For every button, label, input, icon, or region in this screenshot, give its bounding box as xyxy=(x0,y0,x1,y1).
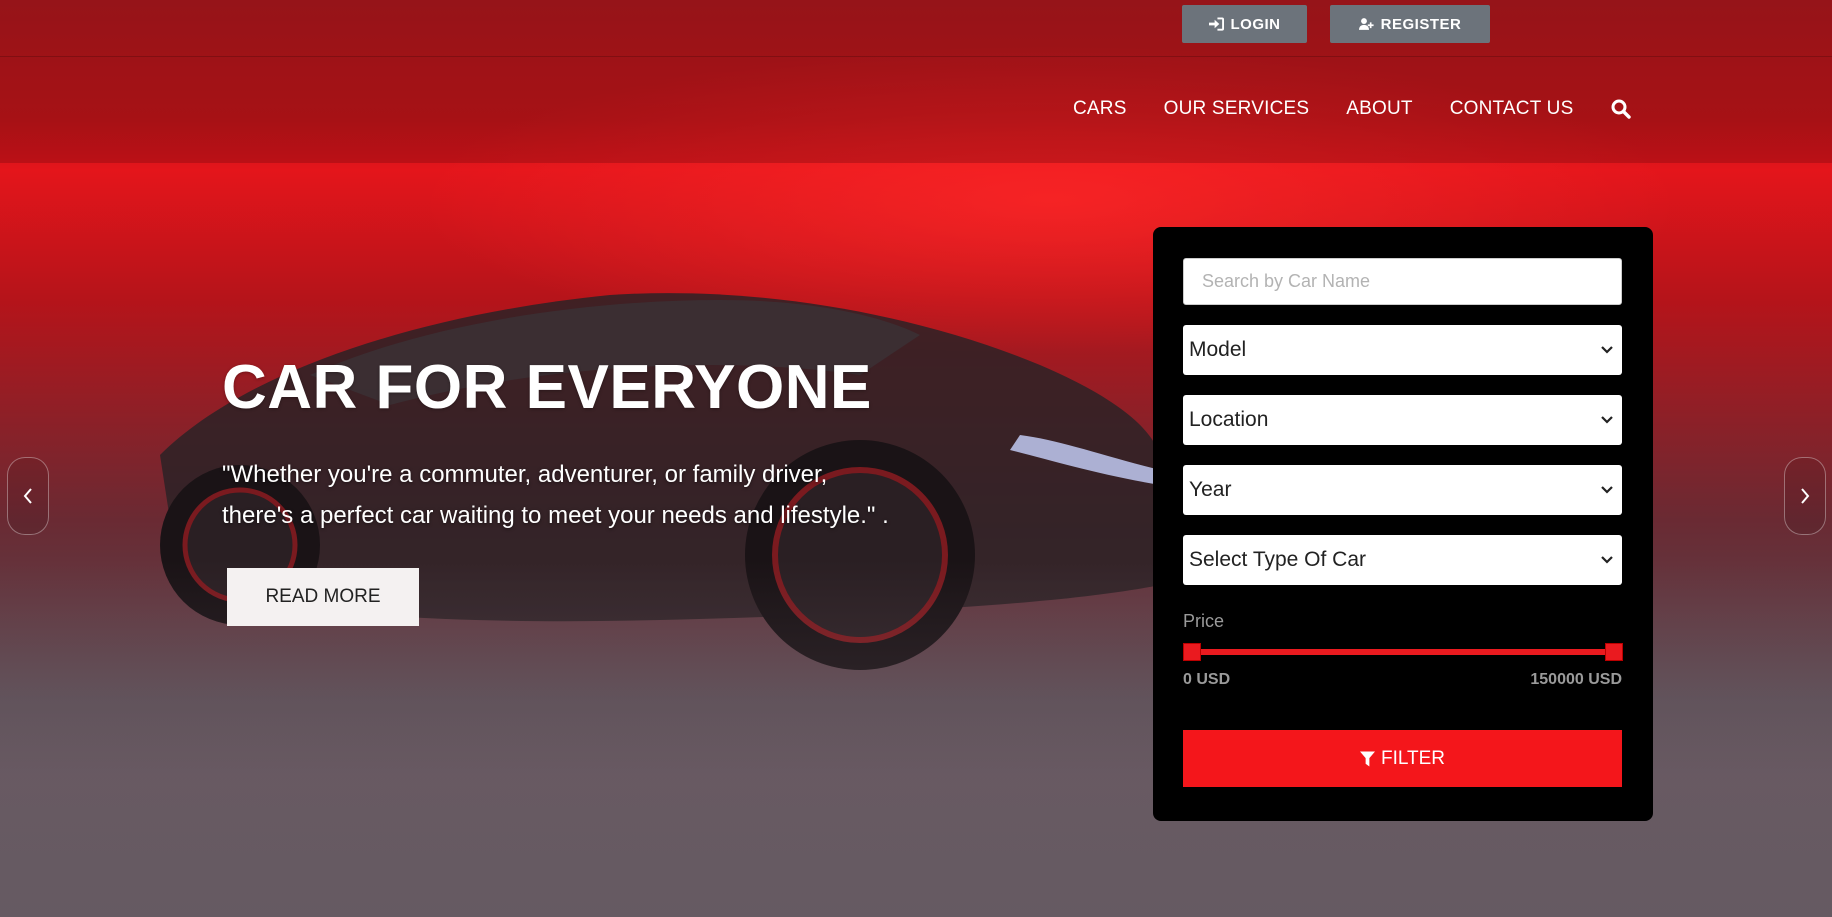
chevron-down-icon xyxy=(1601,346,1613,354)
location-select-value: Location xyxy=(1189,408,1269,431)
register-button[interactable]: REGISTER xyxy=(1330,5,1490,43)
price-slider-max-handle[interactable] xyxy=(1605,643,1623,661)
nav-item-about[interactable]: ABOUT xyxy=(1346,98,1412,120)
price-min-value: 0 USD xyxy=(1183,671,1231,688)
filter-label: FILTER xyxy=(1380,747,1446,769)
read-more-button[interactable]: READ MORE xyxy=(227,568,419,626)
chevron-down-icon xyxy=(1601,416,1613,424)
price-slider-min-handle[interactable] xyxy=(1183,643,1201,661)
sign-in-icon xyxy=(1208,17,1224,31)
header-backdrop xyxy=(0,0,1832,163)
model-select-value: Model xyxy=(1189,338,1247,361)
model-select[interactable]: Model xyxy=(1183,325,1622,375)
main-nav: CARS OUR SERVICES ABOUT CONTACT US xyxy=(1073,98,1632,120)
chevron-down-icon xyxy=(1601,556,1613,564)
car-name-search-input[interactable] xyxy=(1183,258,1622,305)
filter-button[interactable]: FILTER xyxy=(1183,730,1622,787)
user-plus-icon xyxy=(1358,18,1374,30)
register-label: REGISTER xyxy=(1380,15,1462,33)
chevron-left-icon xyxy=(23,488,32,504)
filter-icon xyxy=(1359,751,1375,766)
chevron-down-icon xyxy=(1601,486,1613,494)
topbar-divider xyxy=(0,56,1832,57)
search-icon[interactable] xyxy=(1611,99,1632,119)
location-select[interactable]: Location xyxy=(1183,395,1622,445)
price-slider-track[interactable] xyxy=(1190,649,1614,655)
price-max-value: 150000 USD xyxy=(1530,671,1622,688)
chevron-right-icon xyxy=(1801,488,1810,504)
carousel-prev-button[interactable] xyxy=(7,457,49,535)
nav-item-our-services[interactable]: OUR SERVICES xyxy=(1164,98,1310,120)
car-type-select-value: Select Type Of Car xyxy=(1189,548,1367,571)
year-select-value: Year xyxy=(1189,478,1232,501)
nav-item-cars[interactable]: CARS xyxy=(1073,98,1127,120)
year-select[interactable]: Year xyxy=(1183,465,1622,515)
car-filter-panel: Model Location Year Select Type Of Car P… xyxy=(1153,227,1653,821)
login-button[interactable]: LOGIN xyxy=(1182,5,1307,43)
hero-quote-line-2: there's a perfect car waiting to meet yo… xyxy=(222,502,889,529)
login-label: LOGIN xyxy=(1230,15,1281,33)
nav-item-contact-us[interactable]: CONTACT US xyxy=(1450,98,1574,120)
car-type-select[interactable]: Select Type Of Car xyxy=(1183,535,1622,585)
price-label: Price xyxy=(1183,611,1225,631)
hero-title: CAR FOR EVERYONE xyxy=(222,353,872,422)
hero-quote: "Whether you're a commuter, adventurer, … xyxy=(222,454,942,536)
carousel-next-button[interactable] xyxy=(1784,457,1826,535)
hero-quote-line-1: "Whether you're a commuter, adventurer, … xyxy=(222,461,828,488)
